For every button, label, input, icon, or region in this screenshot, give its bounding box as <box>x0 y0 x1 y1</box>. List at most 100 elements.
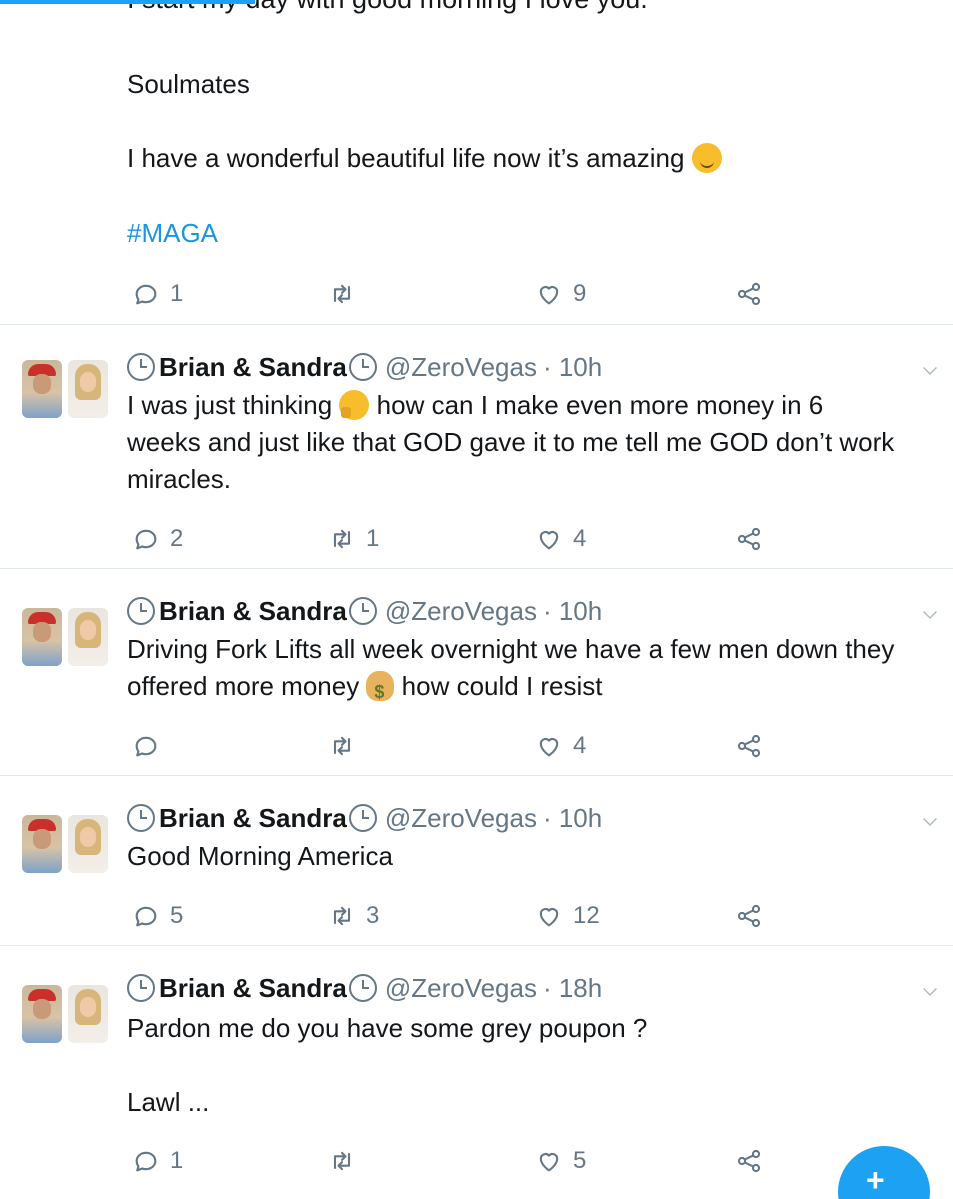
tweet-text: Driving Fork Lifts all week overnight we… <box>127 631 897 711</box>
tweet-actions: 2 1 4 <box>0 519 953 559</box>
tweet-text-line: Lawl ... <box>127 1087 210 1117</box>
share-button[interactable] <box>735 519 763 559</box>
chevron-down-icon[interactable] <box>923 982 937 996</box>
retweet-count: 3 <box>366 902 380 929</box>
share-button[interactable] <box>735 1141 763 1181</box>
reply-button[interactable] <box>132 726 170 766</box>
tweet-header: Brian & Sandra @ZeroVegas · 10h <box>127 595 602 627</box>
tweet[interactable]: Brian & Sandra @ZeroVegas · 10h Good Mor… <box>0 775 953 945</box>
reply-icon <box>132 525 160 553</box>
chevron-down-icon[interactable] <box>923 361 937 375</box>
clock-icon <box>127 353 155 381</box>
tweet-header: Brian & Sandra @ZeroVegas · 10h <box>127 802 602 834</box>
retweet-button[interactable]: 1 <box>328 519 379 559</box>
avatar-photo-left <box>22 608 62 666</box>
user-handle[interactable]: @ZeroVegas <box>385 595 537 627</box>
display-name[interactable]: Brian & Sandra <box>159 595 347 627</box>
tweet-time: · 10h <box>542 596 603 626</box>
chevron-down-icon[interactable] <box>923 812 937 826</box>
money-bag-emoji-icon <box>366 671 395 711</box>
share-icon <box>735 902 763 930</box>
like-count: 12 <box>573 902 600 929</box>
reply-button[interactable]: 5 <box>132 896 183 936</box>
like-button[interactable]: 12 <box>535 896 600 936</box>
tweet[interactable]: Brian & Sandra @ZeroVegas · 10h Driving … <box>0 568 953 775</box>
reply-button[interactable]: 1 <box>132 274 183 314</box>
tweet-actions: 4 <box>0 726 953 766</box>
share-button[interactable] <box>735 896 763 936</box>
retweet-button[interactable] <box>328 1141 366 1181</box>
clock-icon <box>127 597 155 625</box>
reply-icon <box>132 902 160 930</box>
tweet-text: I was just thinking how can I make even … <box>127 390 895 494</box>
retweet-icon <box>328 732 356 760</box>
avatar[interactable] <box>22 982 110 1046</box>
reply-button[interactable]: 2 <box>132 519 183 559</box>
tweet-time: · 10h <box>542 803 603 833</box>
share-icon <box>735 525 763 553</box>
retweet-button[interactable] <box>328 726 366 766</box>
retweet-button[interactable] <box>328 274 366 314</box>
retweet-count: 1 <box>366 525 380 552</box>
reply-icon <box>132 732 160 760</box>
thinking-face-emoji-icon <box>339 390 370 420</box>
tweet[interactable]: Brian & Sandra @ZeroVegas · 10h I was ju… <box>0 324 953 568</box>
clock-icon <box>127 974 155 1002</box>
like-count: 4 <box>573 732 587 759</box>
share-button[interactable] <box>735 726 763 766</box>
reply-count: 2 <box>170 525 184 552</box>
tweet-header: Brian & Sandra @ZeroVegas · 18h <box>127 972 602 1004</box>
tweet-header: Brian & Sandra @ZeroVegas · 10h <box>127 351 602 383</box>
reply-count: 1 <box>170 280 184 307</box>
like-button[interactable]: 4 <box>535 726 586 766</box>
heart-icon <box>535 732 563 760</box>
retweet-button[interactable]: 3 <box>328 896 379 936</box>
avatar-photo-left <box>22 985 62 1043</box>
share-icon <box>735 280 763 308</box>
reply-icon <box>132 1147 160 1175</box>
display-name[interactable]: Brian & Sandra <box>159 351 347 383</box>
clock-icon <box>127 804 155 832</box>
like-button[interactable]: 9 <box>535 274 586 314</box>
retweet-icon <box>328 280 356 308</box>
hashtag-link[interactable]: #MAGA <box>127 217 218 249</box>
avatar[interactable] <box>22 357 110 421</box>
heart-icon <box>535 525 563 553</box>
tweet-partial[interactable]: I start my day with good morning I love … <box>0 0 953 325</box>
like-count: 9 <box>573 280 587 307</box>
tweet-text: Pardon me do you have some grey poupon ? <box>127 1013 648 1043</box>
avatar[interactable] <box>22 812 110 876</box>
tweet-time: · 18h <box>542 973 603 1003</box>
share-icon <box>735 732 763 760</box>
reply-button[interactable]: 1 <box>132 1141 183 1181</box>
tweet-actions: 5 3 12 <box>0 896 953 936</box>
tweet-actions: 1 5 <box>0 1141 953 1181</box>
avatar-photo-left <box>22 815 62 873</box>
display-name[interactable]: Brian & Sandra <box>159 972 347 1004</box>
chevron-down-icon[interactable] <box>923 605 937 619</box>
like-button[interactable]: 5 <box>535 1141 586 1181</box>
retweet-icon <box>328 525 356 553</box>
retweet-icon <box>328 902 356 930</box>
like-button[interactable]: 4 <box>535 519 586 559</box>
tweet[interactable]: Brian & Sandra @ZeroVegas · 18h Pardon m… <box>0 945 953 1199</box>
like-count: 5 <box>573 1147 587 1174</box>
clock-icon <box>348 353 377 381</box>
display-name[interactable]: Brian & Sandra <box>159 802 347 834</box>
user-handle[interactable]: @ZeroVegas <box>385 972 537 1004</box>
avatar-photo-right <box>68 360 108 418</box>
user-handle[interactable]: @ZeroVegas <box>385 802 537 834</box>
tweet-text-line: Soulmates <box>127 69 250 99</box>
loading-progress-bar <box>0 0 255 4</box>
retweet-icon <box>328 1147 356 1175</box>
heart-icon <box>535 902 563 930</box>
winking-face-emoji-icon <box>691 143 722 173</box>
avatar-photo-right <box>68 608 108 666</box>
reply-count: 1 <box>170 1147 184 1174</box>
avatar[interactable] <box>22 605 110 669</box>
user-handle[interactable]: @ZeroVegas <box>385 351 537 383</box>
clock-icon <box>348 597 377 625</box>
reply-count: 5 <box>170 902 184 929</box>
clock-icon <box>348 804 377 832</box>
share-button[interactable] <box>735 274 763 314</box>
